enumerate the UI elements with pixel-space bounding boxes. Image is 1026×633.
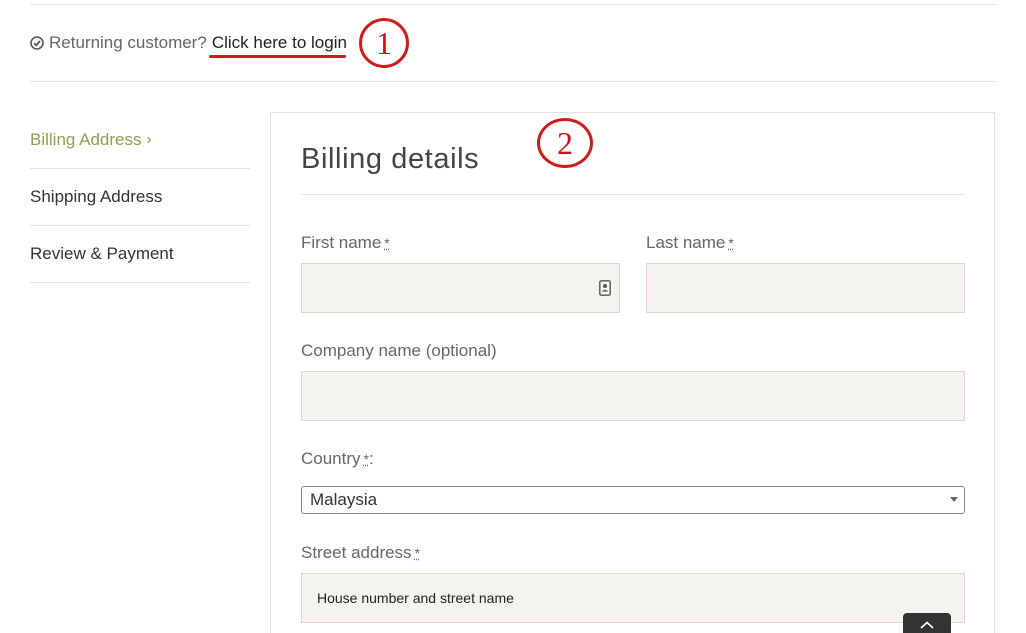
step-label: Review & Payment <box>30 244 174 263</box>
check-circle-icon <box>30 36 44 50</box>
checkout-page: Returning customer? Click here to login … <box>0 0 1026 633</box>
chevron-right-icon: › <box>146 131 152 148</box>
street-address-input[interactable] <box>302 574 964 622</box>
country-label: Country *: <box>301 449 374 469</box>
first-name-label: First name * <box>301 233 390 253</box>
country-selected-value: Malaysia <box>310 490 378 509</box>
first-name-input[interactable] <box>302 264 619 312</box>
annotation-circle-1: 1 <box>359 18 409 68</box>
company-name-field[interactable] <box>301 371 965 421</box>
first-name-field[interactable] <box>301 263 620 313</box>
title-divider <box>301 194 965 195</box>
notice-text: Returning customer? <box>49 33 207 52</box>
checkout-steps: Billing Address › Shipping Address Revie… <box>30 112 250 283</box>
required-mark: * <box>384 235 390 251</box>
company-name-input[interactable] <box>302 372 964 420</box>
step-shipping-address[interactable]: Shipping Address <box>30 169 250 226</box>
step-billing-address[interactable]: Billing Address › <box>30 112 250 169</box>
street-address-label: Street address * <box>301 543 420 563</box>
country-select[interactable]: Malaysia <box>301 486 965 514</box>
last-name-field[interactable] <box>646 263 965 313</box>
login-link[interactable]: Click here to login <box>212 33 347 53</box>
billing-title: Billing details <box>301 143 480 175</box>
scroll-to-top-button[interactable] <box>903 613 951 633</box>
first-name-label-text: First name <box>301 233 382 252</box>
street-address-field[interactable] <box>301 573 965 623</box>
dropdown-arrow-icon <box>950 497 958 502</box>
company-name-label: Company name (optional) <box>301 341 497 360</box>
last-name-label: Last name * <box>646 233 734 253</box>
contact-card-icon[interactable] <box>599 280 611 296</box>
billing-details-panel: Billing details First name * Last name * C… <box>270 112 995 633</box>
step-review-payment[interactable]: Review & Payment <box>30 226 250 283</box>
required-mark: * <box>728 235 734 251</box>
step-label: Shipping Address <box>30 187 163 206</box>
chevron-up-icon <box>920 621 934 629</box>
required-mark: * <box>414 545 421 561</box>
country-label-colon: : <box>368 449 374 468</box>
notice-divider <box>30 81 996 82</box>
last-name-label-text: Last name <box>646 233 726 252</box>
last-name-input[interactable] <box>647 264 964 312</box>
step-label: Billing Address <box>30 130 142 149</box>
top-divider <box>30 4 996 5</box>
street-address-label-text: Street address <box>301 543 412 562</box>
login-underline-annotation <box>209 55 346 58</box>
returning-customer-notice: Returning customer? Click here to login <box>30 30 347 56</box>
country-label-text: Country <box>301 449 361 468</box>
